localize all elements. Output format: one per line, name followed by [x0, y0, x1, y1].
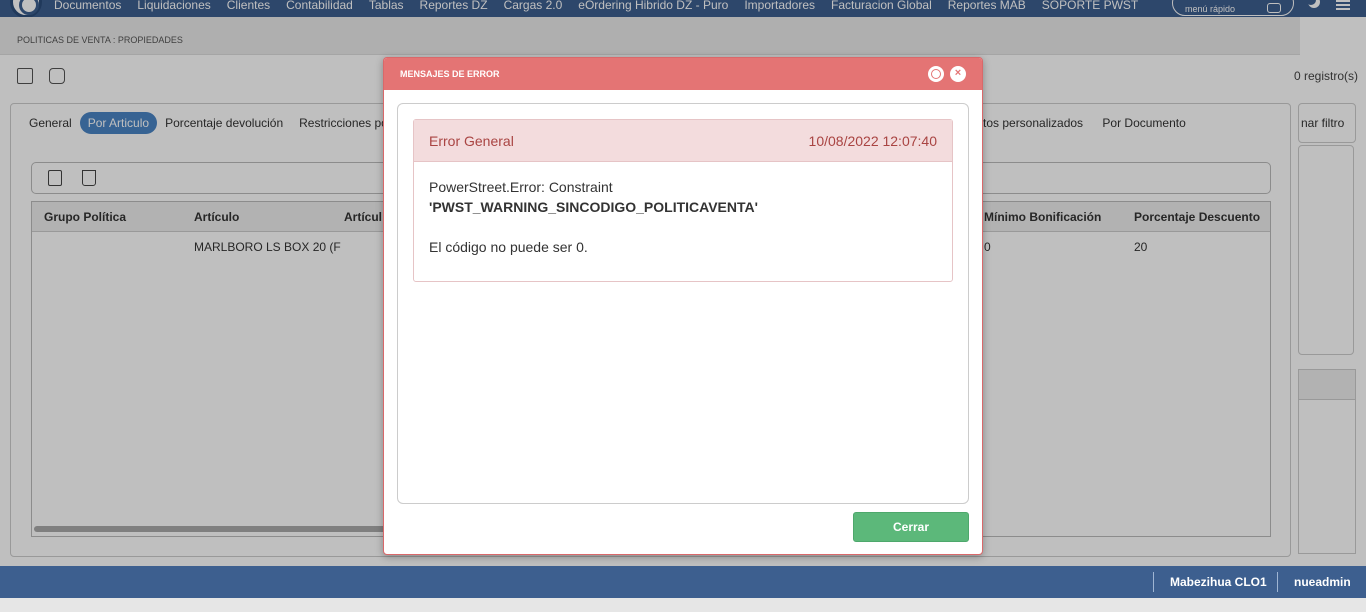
dialog-title: MENSAJES DE ERROR — [400, 69, 500, 79]
error-card: Error General 10/08/2022 12:07:40 PowerS… — [413, 119, 953, 282]
close-button[interactable]: Cerrar — [853, 512, 969, 542]
error-constraint-name: 'PWST_WARNING_SINCODIGO_POLITICAVENTA' — [429, 199, 758, 215]
status-bar: Mabezihua CLO1 nueadmin — [0, 566, 1366, 598]
dialog-header: MENSAJES DE ERROR × — [384, 58, 982, 90]
company-label[interactable]: Mabezihua CLO1 — [1170, 575, 1267, 589]
maximize-icon[interactable] — [928, 66, 944, 82]
error-description: El código no puede ser 0. — [429, 239, 588, 255]
separator — [1153, 572, 1154, 592]
separator — [1277, 572, 1278, 592]
error-dialog: MENSAJES DE ERROR × Error General 10/08/… — [383, 57, 983, 555]
error-card-header: Error General 10/08/2022 12:07:40 — [414, 120, 952, 162]
user-label[interactable]: nueadmin — [1294, 575, 1351, 589]
close-icon[interactable]: × — [950, 66, 966, 82]
error-message-line: PowerStreet.Error: Constraint — [429, 179, 613, 195]
error-timestamp: 10/08/2022 12:07:40 — [808, 133, 937, 149]
error-title: Error General — [429, 133, 514, 149]
bottom-strip — [0, 598, 1366, 612]
dialog-body: Error General 10/08/2022 12:07:40 PowerS… — [397, 103, 969, 504]
